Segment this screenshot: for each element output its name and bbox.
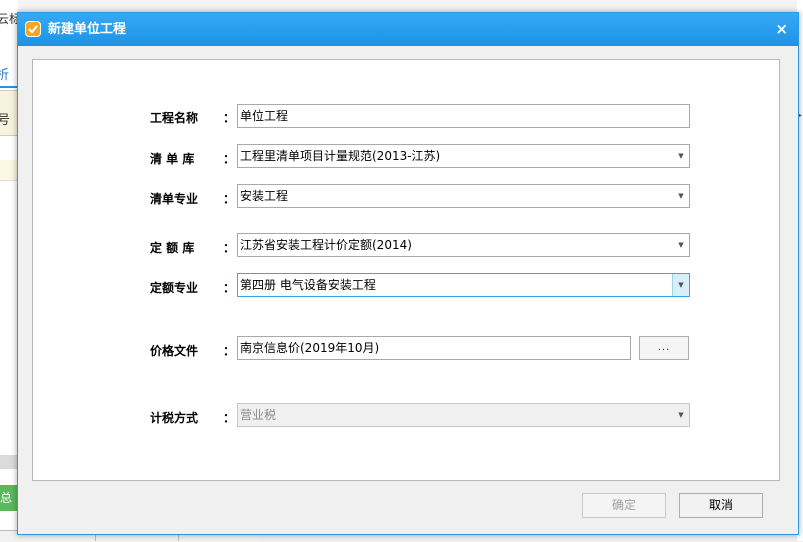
tax-method-label: 计税方式 [150,411,199,425]
bill-library-select[interactable]: 工程里清单项目计量规范(2013-江苏) ▼ [237,144,690,168]
cancel-button[interactable]: 取消 [679,493,763,518]
bill-specialty-value: 安装工程 [240,189,289,203]
dropdown-arrow-icon[interactable]: ▼ [673,234,689,256]
form-panel: 工程名称 ： 单位工程 清 单 库 ： 工程里清单项目计量规范(2013-江苏)… [32,59,780,481]
project-name-label: 工程名称 [150,111,199,125]
quota-library-value: 江苏省安装工程计价定额(2014) [240,238,412,252]
colon: ： [223,152,236,166]
colon: ： [223,281,236,295]
price-file-label: 价格文件 [150,344,199,358]
dropdown-arrow-icon: ▼ [678,411,684,419]
browse-button[interactable]: ... [639,336,689,360]
dialog-titlebar[interactable]: 新建单位工程 × [18,13,798,46]
background-tab-underline [0,86,18,88]
tax-method-value: 营业税 [240,408,277,422]
background-column-header: 号 [0,113,11,128]
background-green-button[interactable]: 总表 [0,485,18,511]
tax-method-select: 营业税 ▼ [237,403,690,427]
app-logo-icon [25,21,41,37]
bill-specialty-label: 清单专业 [150,192,199,206]
bill-library-label: 清 单 库 [150,152,195,166]
bill-specialty-select[interactable]: 安装工程 ▼ [237,184,690,208]
new-unit-project-dialog: 新建单位工程 × 工程名称 ： 单位工程 清 单 库 ： 工程里清单项目计量规范… [17,12,799,535]
quota-specialty-label: 定额专业 [150,281,199,295]
dropdown-arrow-icon[interactable]: ▼ [673,145,689,167]
quota-specialty-select[interactable]: 第四册 电气设备安装工程 ▼ [237,273,690,297]
quota-library-select[interactable]: 江苏省安装工程计价定额(2014) ▼ [237,233,690,257]
dropdown-arrow-icon[interactable]: ▼ [672,274,689,296]
project-name-input[interactable]: 单位工程 [237,104,690,128]
close-icon[interactable]: × [775,13,788,46]
colon: ： [223,411,236,425]
bill-library-value: 工程里清单项目计量规范(2013-江苏) [240,149,441,163]
price-file-input[interactable]: 南京信息价(2019年10月) [237,336,631,360]
background-tab-label[interactable]: 析 [0,64,9,83]
colon: ： [223,192,236,206]
quota-specialty-value: 第四册 电气设备安装工程 [240,278,376,292]
colon: ： [223,241,236,255]
ok-button: 确定 [582,493,666,518]
colon: ： [223,344,236,358]
colon: ： [223,111,236,125]
dialog-title: 新建单位工程 [48,22,127,37]
background-table-row [0,160,18,181]
quota-library-label: 定 额 库 [150,241,195,255]
dropdown-arrow-icon[interactable]: ▼ [673,185,689,207]
